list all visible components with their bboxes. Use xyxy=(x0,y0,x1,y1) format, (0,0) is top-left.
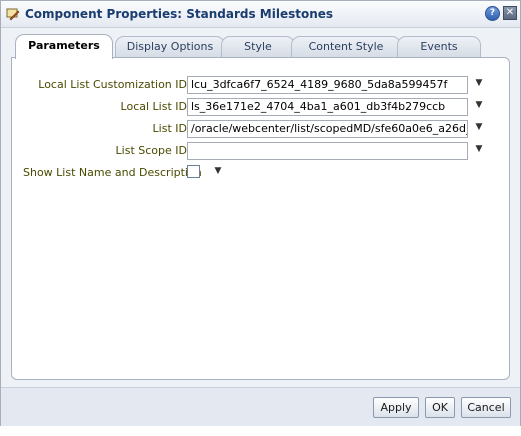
field-label: Local List ID xyxy=(120,100,187,113)
local-list-customization-id-field[interactable]: lcu_3dfca6f7_6524_4189_9680_5da8a599457f xyxy=(187,76,468,94)
parameter-row-list-id: List ID /oracle/webcenter/list/scopedMD/… xyxy=(12,120,507,138)
component-properties-dialog: Component Properties: Standards Mileston… xyxy=(0,0,521,426)
field-label: Show List Name and Description xyxy=(23,166,202,179)
list-id-field[interactable]: /oracle/webcenter/list/scopedMD/sfe60a0e… xyxy=(187,120,468,138)
help-icon[interactable]: ? xyxy=(485,6,500,21)
field-label: Local List Customization ID xyxy=(38,78,187,91)
parameter-row-show-list-name: Show List Name and Description ▼ xyxy=(12,164,507,182)
tab-bar: Parameters Display Options Style Content… xyxy=(11,34,511,59)
component-properties-icon xyxy=(6,8,20,21)
parameters-panel: Local List Customization ID lcu_3dfca6f7… xyxy=(11,57,510,380)
chevron-down-icon[interactable]: ▼ xyxy=(473,77,485,89)
dialog-footer: Apply OK Cancel xyxy=(1,387,520,426)
tab-style[interactable]: Style xyxy=(221,36,295,57)
tab-content-style[interactable]: Content Style xyxy=(291,36,401,57)
dialog-title: Component Properties: Standards Mileston… xyxy=(25,7,334,21)
cancel-button[interactable]: Cancel xyxy=(461,397,511,418)
dialog-title-bar[interactable]: Component Properties: Standards Mileston… xyxy=(1,1,520,28)
show-list-name-checkbox[interactable] xyxy=(187,165,200,178)
chevron-down-icon[interactable]: ▼ xyxy=(473,99,485,111)
parameter-row-local-list-id: Local List ID ls_36e171e2_4704_4ba1_a601… xyxy=(12,98,507,116)
chevron-down-icon[interactable]: ▼ xyxy=(212,165,224,177)
close-icon[interactable]: ✕ xyxy=(503,6,517,20)
ok-button[interactable]: OK xyxy=(425,397,455,418)
tab-events[interactable]: Events xyxy=(397,36,481,57)
tab-display-options[interactable]: Display Options xyxy=(115,36,225,57)
parameter-row-local-list-customization-id: Local List Customization ID lcu_3dfca6f7… xyxy=(12,76,507,94)
chevron-down-icon[interactable]: ▼ xyxy=(473,143,485,155)
field-label: List Scope ID xyxy=(115,144,187,157)
list-scope-id-field[interactable] xyxy=(187,142,468,160)
parameter-row-list-scope-id: List Scope ID ▼ xyxy=(12,142,507,160)
local-list-id-field[interactable]: ls_36e171e2_4704_4ba1_a601_db3f4b279ccb xyxy=(187,98,468,116)
apply-button[interactable]: Apply xyxy=(373,397,419,418)
chevron-down-icon[interactable]: ▼ xyxy=(473,121,485,133)
tab-parameters[interactable]: Parameters xyxy=(15,34,113,59)
field-label: List ID xyxy=(152,122,187,135)
